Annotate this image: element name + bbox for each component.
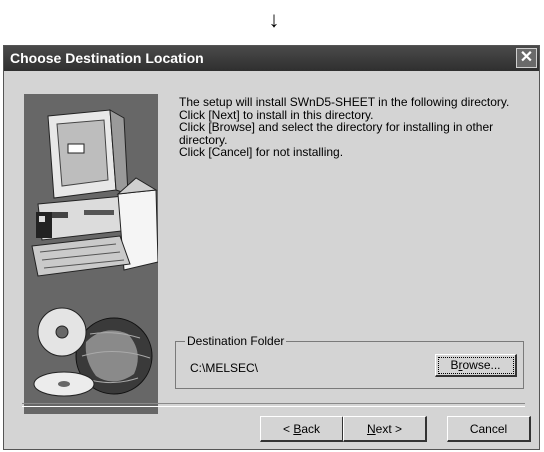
destination-folder-label: Destination Folder [185, 334, 287, 348]
destination-path: C:\MELSEC\ [190, 361, 259, 375]
separator [22, 403, 525, 407]
setup-dialog: Choose Destination Location ✕ The setup … [3, 45, 540, 450]
instruction-line: Click [Cancel] for not installing. [179, 145, 344, 160]
instruction-line: The setup will install SWnD5-SHEET in th… [179, 95, 510, 109]
instruction-line: Click [Browse] and select the directory … [179, 120, 494, 135]
cancel-button[interactable]: Cancel [447, 416, 531, 442]
down-arrow-icon: ↓ [268, 7, 280, 32]
window-title: Choose Destination Location [10, 50, 204, 66]
computer-illustration-icon [24, 94, 159, 414]
setup-illustration [24, 94, 159, 414]
close-icon[interactable]: ✕ [516, 48, 537, 68]
back-button[interactable]: < Back [260, 416, 344, 442]
title-bar: Choose Destination Location ✕ [4, 46, 539, 71]
instruction-text: The setup will install SWnD5-SHEET in th… [179, 96, 524, 159]
next-button[interactable]: Next > [343, 416, 427, 442]
browse-button[interactable]: Browse... [435, 354, 517, 377]
